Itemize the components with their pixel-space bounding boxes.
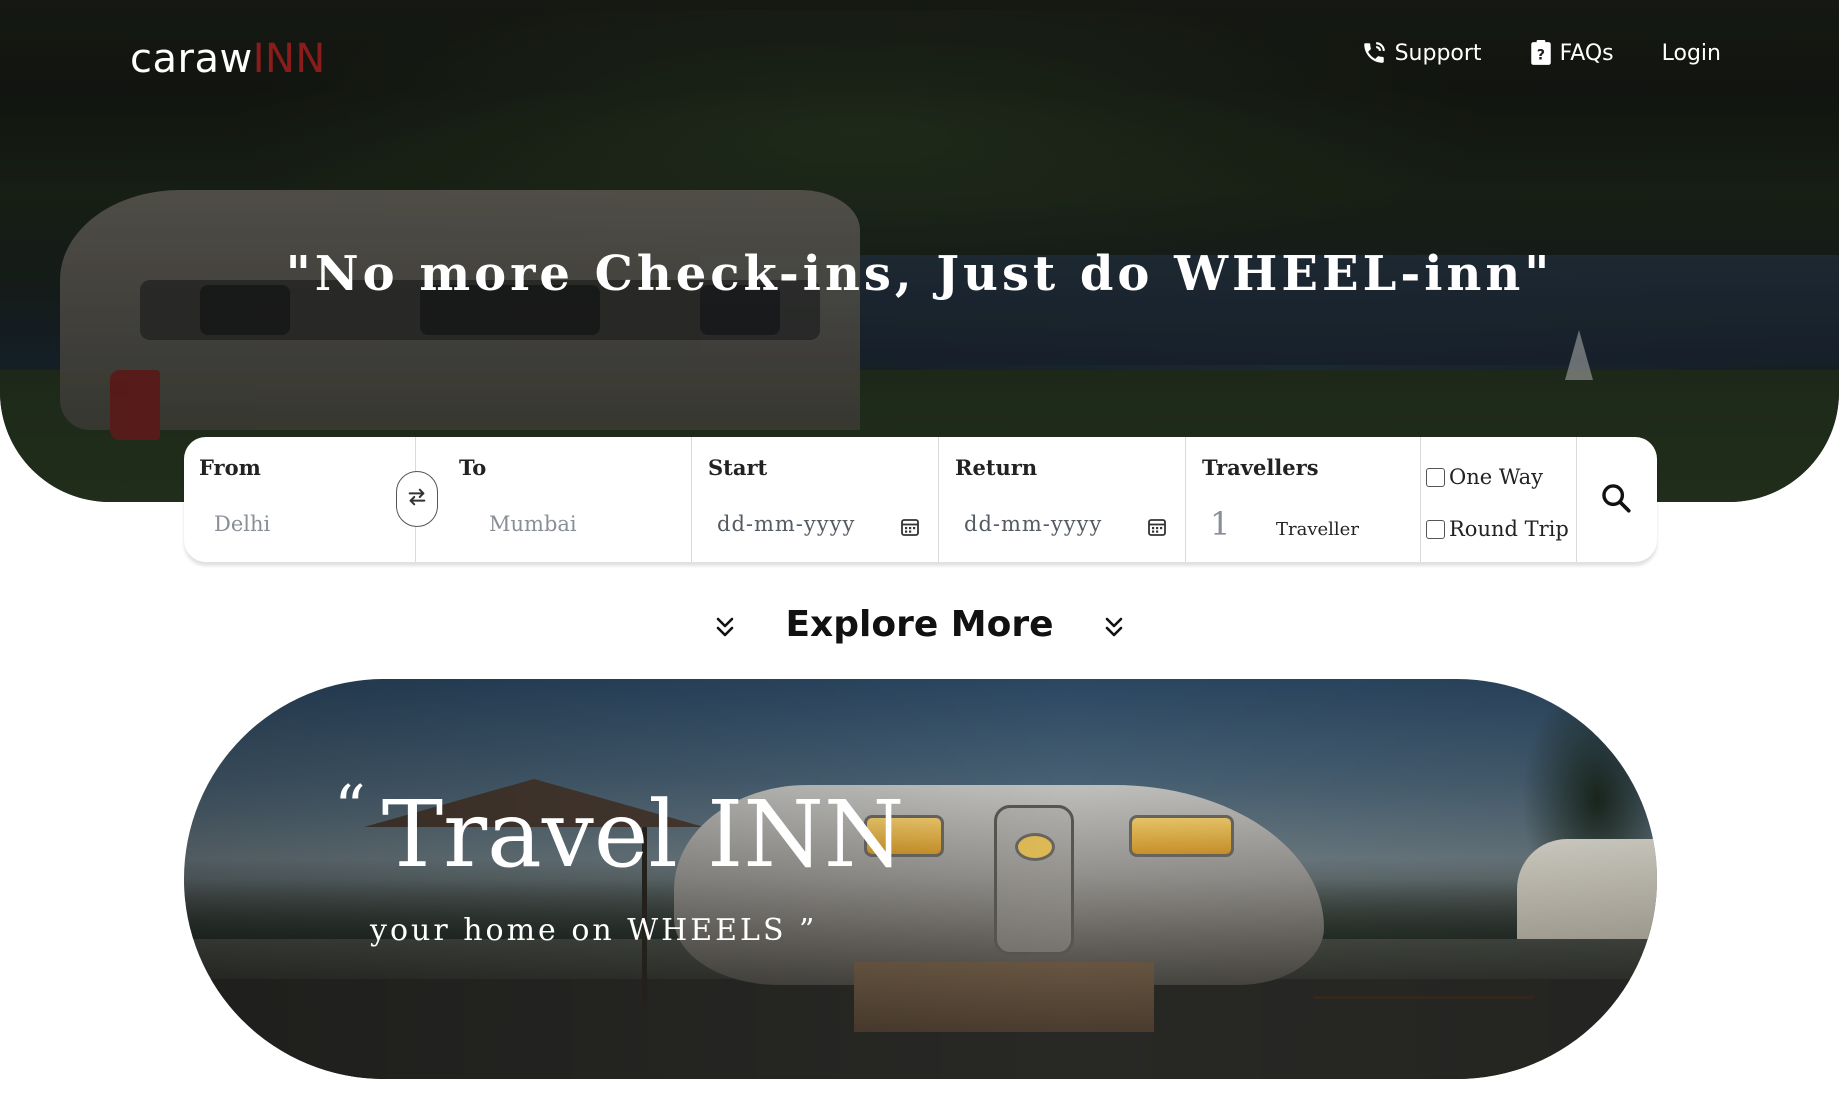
top-nav: carawINN Support ? FAQs Login: [0, 0, 1839, 110]
banner-subtitle: your home on WHEELS ”: [370, 913, 818, 948]
one-way-label: One Way: [1449, 465, 1543, 489]
calendar-icon[interactable]: [900, 517, 920, 542]
travellers-count-input[interactable]: 1: [1210, 505, 1230, 543]
round-trip-option[interactable]: Round Trip: [1426, 517, 1569, 541]
phone-icon: [1361, 40, 1387, 66]
round-trip-checkbox[interactable]: [1426, 519, 1445, 539]
support-link[interactable]: Support: [1361, 40, 1482, 66]
start-date-field[interactable]: Start dd-mm-yyyy: [692, 437, 939, 562]
faqs-link[interactable]: ? FAQs: [1530, 40, 1614, 66]
double-chevron-down-icon[interactable]: [713, 613, 737, 646]
swap-locations-button[interactable]: [396, 471, 438, 527]
svg-text:?: ?: [1536, 48, 1544, 64]
return-date-field[interactable]: Return dd-mm-yyyy: [939, 437, 1186, 562]
logo-text-accent: INN: [252, 36, 326, 82]
to-input[interactable]: Mumbai: [489, 512, 577, 536]
search-button[interactable]: [1599, 481, 1633, 520]
trip-type-field: One Way Round Trip: [1421, 437, 1577, 562]
double-chevron-down-icon[interactable]: [1102, 613, 1126, 646]
return-date-input[interactable]: dd-mm-yyyy: [964, 512, 1102, 536]
one-way-option[interactable]: One Way: [1426, 465, 1543, 489]
round-trip-label: Round Trip: [1449, 517, 1569, 541]
travellers-unit-label: Traveller: [1276, 519, 1359, 540]
from-input[interactable]: Delhi: [214, 512, 270, 536]
swap-arrows-icon: [406, 486, 428, 513]
brand-logo[interactable]: carawINN: [130, 36, 326, 82]
one-way-checkbox[interactable]: [1426, 467, 1445, 487]
calendar-icon[interactable]: [1147, 517, 1167, 542]
nav-links: Support ? FAQs Login: [1361, 40, 1721, 66]
faqs-label: FAQs: [1559, 40, 1614, 66]
search-cell: [1577, 437, 1657, 562]
travel-inn-banner: “Travel INN your home on WHEELS ”: [184, 679, 1657, 1079]
to-label: To: [459, 455, 487, 480]
from-label: From: [199, 455, 261, 480]
hero-tagline: "No more Check-ins, Just do WHEEL-inn": [285, 246, 1554, 302]
login-label: Login: [1661, 40, 1721, 66]
logo-text-main: caraw: [130, 36, 253, 82]
banner-title: “Travel INN: [334, 771, 905, 888]
start-label: Start: [708, 455, 768, 480]
travellers-label: Travellers: [1202, 455, 1319, 480]
to-field[interactable]: To Mumbai: [416, 437, 692, 562]
return-label: Return: [955, 455, 1038, 480]
login-link[interactable]: Login: [1662, 41, 1721, 66]
open-quote: “: [334, 771, 366, 844]
hero-section: carawINN Support ? FAQs Login "No more C…: [0, 0, 1839, 502]
start-date-input[interactable]: dd-mm-yyyy: [717, 512, 855, 536]
explore-more[interactable]: Explore More: [0, 603, 1839, 646]
faq-icon: ?: [1530, 40, 1552, 66]
banner-title-text: Travel INN: [381, 781, 905, 888]
support-label: Support: [1394, 40, 1482, 66]
from-field[interactable]: From Delhi: [184, 437, 438, 562]
explore-more-title[interactable]: Explore More: [785, 604, 1053, 645]
trip-search-form: From Delhi To Mumbai Start dd-mm-yyyy Re…: [184, 437, 1657, 562]
search-icon: [1599, 484, 1633, 519]
travellers-field[interactable]: Travellers 1 Traveller: [1186, 437, 1421, 562]
